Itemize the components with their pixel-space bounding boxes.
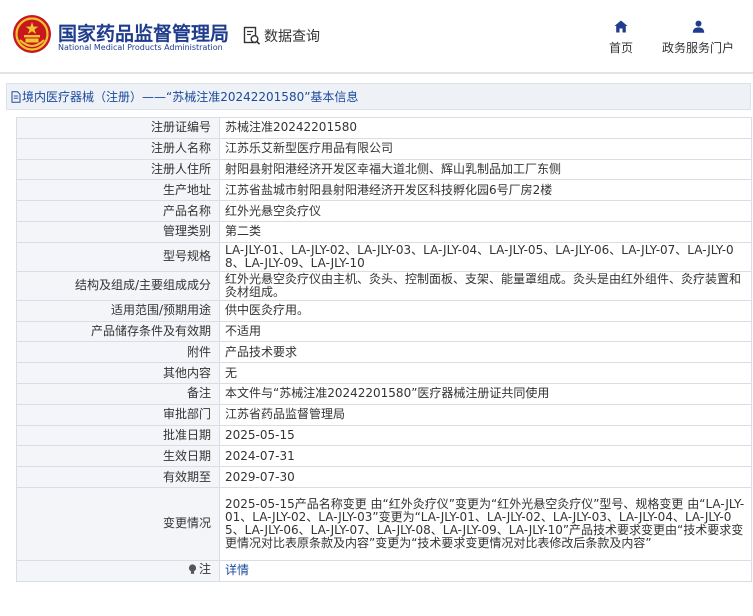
breadcrumb-current: ——“苏械注准20242201580”基本信息 <box>142 90 359 104</box>
table-row: 批准日期 2025-05-15 <box>16 424 752 447</box>
table-row: 附件 产品技术要求 <box>16 341 752 364</box>
table-row: 型号规格 LA-JLY-01、LA-JLY-02、LA-JLY-03、LA-JLY… <box>16 241 752 272</box>
row-value: 2029-07-30 <box>219 466 752 488</box>
registration-detail-table: 注册证编号 苏械注准20242201580 注册人名称 江苏乐艾新型医疗用品有限公司… <box>16 117 752 582</box>
nav-home-label: 首页 <box>608 41 633 55</box>
row-value: LA-JLY-01、LA-JLY-02、LA-JLY-03、LA-JLY-04、… <box>219 241 752 272</box>
user-icon <box>692 20 704 33</box>
row-label: 注册人住所 <box>16 158 220 181</box>
row-label: 有效期至 <box>16 466 220 488</box>
site-header: 国家药品监督管理局 National Medical Products Admi… <box>0 0 753 74</box>
lightbulb-icon <box>188 564 197 575</box>
row-label: 产品储存条件及有效期 <box>16 320 220 343</box>
home-icon <box>614 20 628 33</box>
nav-gov-service-portal[interactable]: 政务服务门户 <box>658 20 738 56</box>
row-value: 第二类 <box>219 220 752 243</box>
table-row: 管理类别 第二类 <box>16 220 752 243</box>
national-emblem-logo[interactable] <box>12 14 52 54</box>
table-row: 结构及组成/主要组成成分 红外光悬空灸疗仪由主机、灸头、控制面板、支架、能量罩组成… <box>16 270 752 301</box>
table-row: 产品名称 红外光悬空灸疗仪 <box>16 200 752 222</box>
row-label: 生效日期 <box>16 445 220 468</box>
site-subtitle: National Medical Products Administration <box>58 43 223 52</box>
row-value: 红外光悬空灸疗仪 <box>219 200 752 222</box>
table-row: 产品储存条件及有效期 不适用 <box>16 320 752 343</box>
table-row: 注册证编号 苏械注准20242201580 <box>16 117 752 139</box>
row-label: 结构及组成/主要组成成分 <box>16 270 220 301</box>
row-label: 产品名称 <box>16 200 220 222</box>
row-value: 2025-05-15产品名称变更 由“红外灸疗仪”变更为“红外光悬空灸疗仪”型号… <box>219 486 752 561</box>
row-label: 备注 <box>16 382 220 405</box>
table-row: 其他内容无 <box>16 362 752 384</box>
row-value: 无 <box>219 362 752 384</box>
row-label: 型号规格 <box>16 241 220 272</box>
table-row: 审批部门 江苏省药品监督管理局 <box>16 403 752 426</box>
table-row: 生产地址 江苏省盐城市射阳县射阳港经济开发区科技孵化园6号厂房2楼 <box>16 179 752 202</box>
row-value: 不适用 <box>219 320 752 343</box>
table-row: 注册人住所 射阳县射阳港经济开发区幸福大道北侧、辉山乳制品加工厂东侧 <box>16 158 752 181</box>
table-row: 生效日期 2024-07-31 <box>16 445 752 468</box>
row-value: 红外光悬空灸疗仪由主机、灸头、控制面板、支架、能量罩组成。灸头是由红外组件、灸疗… <box>219 270 752 301</box>
note-value-cell: 详情 <box>219 559 752 582</box>
row-value: 供中医灸疗用。 <box>219 299 752 322</box>
row-label: 管理类别 <box>16 220 220 243</box>
breadcrumb: 境内医疗器械（注册） ——“苏械注准20242201580”基本信息 <box>6 83 751 110</box>
data-query-label: 数据查询 <box>264 29 320 45</box>
row-value: 苏械注准20242201580 <box>219 117 752 139</box>
row-label: 审批部门 <box>16 403 220 426</box>
row-label: 适用范围/预期用途 <box>16 299 220 322</box>
row-value: 产品技术要求 <box>219 341 752 364</box>
table-row: 备注 本文件与“苏械注准20242201580”医疗器械注册证共同使用 <box>16 382 752 405</box>
site-title: 国家药品监督管理局 <box>58 23 230 45</box>
table-row: 适用范围/预期用途 供中医灸疗用。 <box>16 299 752 322</box>
row-value: 本文件与“苏械注准20242201580”医疗器械注册证共同使用 <box>219 382 752 405</box>
data-query-heading[interactable]: 数据查询 <box>243 25 320 47</box>
row-value: 江苏乐艾新型医疗用品有限公司 <box>219 137 752 160</box>
row-label: 注册证编号 <box>16 117 220 139</box>
details-link[interactable]: 详情 <box>225 563 249 577</box>
row-value: 江苏省盐城市射阳县射阳港经济开发区科技孵化园6号厂房2楼 <box>219 179 752 202</box>
note-label-cell: 注 <box>16 559 220 582</box>
row-label: 注册人名称 <box>16 137 220 160</box>
document-search-icon <box>243 26 261 45</box>
note-row: 注 详情 <box>16 559 752 582</box>
row-label: 变更情况 <box>16 486 220 561</box>
row-label: 其他内容 <box>16 362 220 384</box>
nav-home[interactable]: 首页 <box>606 20 636 56</box>
note-label: 注 <box>198 562 211 577</box>
nav-gov-label: 政务服务门户 <box>661 41 734 55</box>
document-icon <box>11 90 21 103</box>
row-value: 2024-07-31 <box>219 445 752 468</box>
row-label: 批准日期 <box>16 424 220 447</box>
table-row: 有效期至 2029-07-30 <box>16 466 752 488</box>
row-label: 附件 <box>16 341 220 364</box>
row-value: 江苏省药品监督管理局 <box>219 403 752 426</box>
table-row: 变更情况 2025-05-15产品名称变更 由“红外灸疗仪”变更为“红外光悬空灸疗… <box>16 486 752 561</box>
row-label: 生产地址 <box>16 179 220 202</box>
breadcrumb-category-link[interactable]: 境内医疗器械（注册） <box>22 88 142 105</box>
row-value: 射阳县射阳港经济开发区幸福大道北侧、辉山乳制品加工厂东侧 <box>219 158 752 181</box>
row-value: 2025-05-15 <box>219 424 752 447</box>
header-divider <box>0 72 753 74</box>
table-row: 注册人名称 江苏乐艾新型医疗用品有限公司 <box>16 137 752 160</box>
